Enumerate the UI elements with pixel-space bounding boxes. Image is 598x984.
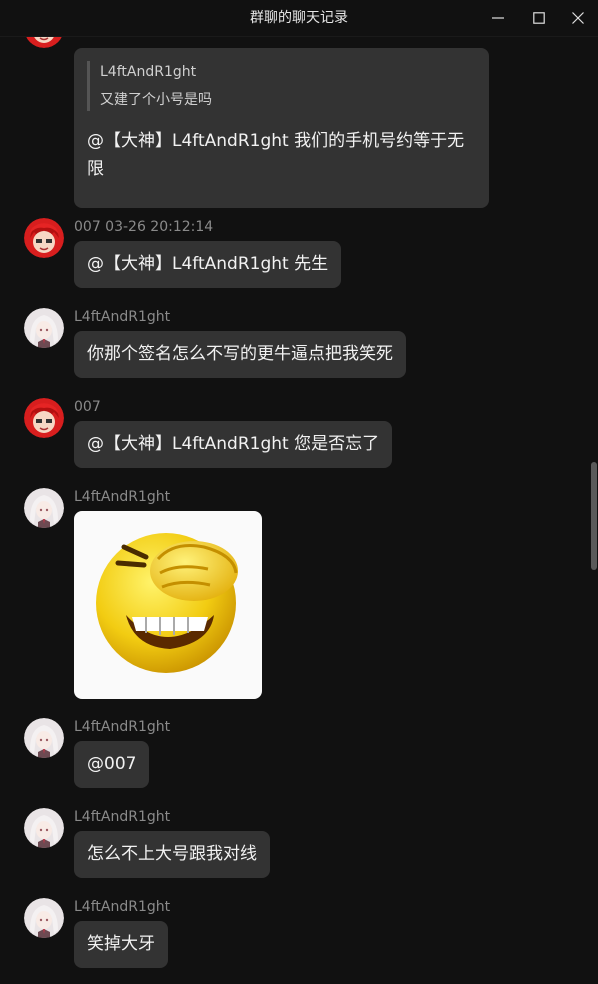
list-item: 007 @【大神】L4ftAndR1ght 您是否忘了	[0, 398, 590, 470]
laughing-emoji-icon	[96, 533, 238, 673]
message-list[interactable]: L4ftAndR1ght 又建了个小号是吗 @【大神】L4ftAndR1ght …	[0, 36, 598, 984]
message-meta: L4ftAndR1ght	[74, 899, 171, 915]
close-icon	[572, 12, 584, 24]
message-meta: L4ftAndR1ght	[74, 719, 171, 735]
avatar[interactable]	[24, 808, 64, 848]
white-hair-avatar-icon	[24, 808, 64, 848]
white-hair-avatar-icon	[24, 898, 64, 938]
minimize-button[interactable]	[478, 0, 518, 36]
message-bubble[interactable]: 怎么不上大号跟我对线	[74, 831, 270, 878]
list-item: L4ftAndR1ght 又建了个小号是吗 @【大神】L4ftAndR1ght …	[0, 36, 590, 208]
message-bubble[interactable]: L4ftAndR1ght 又建了个小号是吗 @【大神】L4ftAndR1ght …	[74, 48, 489, 208]
white-hair-avatar-icon	[24, 718, 64, 758]
message-text: @【大神】L4ftAndR1ght 我们的手机号约等于无限	[87, 131, 465, 179]
maximize-button[interactable]	[519, 0, 559, 36]
red-hair-avatar-icon	[25, 36, 63, 48]
avatar[interactable]	[24, 718, 64, 758]
message-bubble[interactable]: 笑掉大牙	[74, 921, 168, 968]
message-bubble[interactable]: @007	[74, 741, 150, 788]
list-item: 007 03-26 20:12:14 @【大神】L4ftAndR1ght 先生	[0, 218, 590, 290]
image-message[interactable]	[74, 511, 262, 699]
list-item: L4ftAndR1ght 怎么不上大号跟我对线	[0, 808, 590, 880]
avatar[interactable]	[24, 308, 64, 348]
white-hair-avatar-icon	[24, 488, 64, 528]
quoted-message[interactable]: L4ftAndR1ght 又建了个小号是吗	[87, 61, 476, 111]
message-text: 笑掉大牙	[87, 934, 155, 954]
maximize-icon	[533, 12, 545, 24]
message-meta: L4ftAndR1ght	[74, 489, 171, 505]
quoted-sender: L4ftAndR1ght	[100, 64, 197, 80]
avatar[interactable]	[24, 398, 64, 438]
minimize-icon	[492, 12, 504, 24]
message-meta: L4ftAndR1ght	[74, 309, 171, 325]
list-item: L4ftAndR1ght 你那个签名怎么不写的更牛逼点把我笑死	[0, 308, 590, 380]
message-meta: 007 03-26 20:12:14	[74, 219, 214, 235]
message-meta: 007	[74, 399, 101, 415]
message-meta: L4ftAndR1ght	[74, 809, 171, 825]
avatar[interactable]	[24, 898, 64, 938]
list-item: L4ftAndR1ght 笑掉大牙	[0, 898, 590, 970]
red-hair-avatar-icon	[24, 218, 64, 258]
close-button[interactable]	[558, 0, 598, 36]
message-bubble[interactable]: @【大神】L4ftAndR1ght 您是否忘了	[74, 421, 393, 468]
avatar[interactable]	[24, 218, 64, 258]
list-item: L4ftAndR1ght @007	[0, 718, 590, 790]
avatar[interactable]	[24, 488, 64, 528]
chat-history-window: 群聊的聊天记录 L4ftAndR1ght 又建了个小号是吗 @【大神】L4ftA…	[0, 0, 598, 984]
message-text: 你那个签名怎么不写的更牛逼点把我笑死	[87, 344, 393, 364]
message-text: 怎么不上大号跟我对线	[87, 844, 257, 864]
quoted-text: 又建了个小号是吗	[100, 92, 212, 108]
message-text: @【大神】L4ftAndR1ght 您是否忘了	[87, 434, 380, 454]
scrollbar-thumb[interactable]	[591, 462, 597, 570]
title-bar[interactable]: 群聊的聊天记录	[0, 0, 598, 37]
message-bubble[interactable]: 你那个签名怎么不写的更牛逼点把我笑死	[74, 331, 406, 378]
red-hair-avatar-icon	[24, 398, 64, 438]
message-text: @007	[87, 754, 137, 774]
white-hair-avatar-icon	[24, 308, 64, 348]
message-bubble[interactable]: @【大神】L4ftAndR1ght 先生	[74, 241, 342, 288]
message-text: @【大神】L4ftAndR1ght 先生	[87, 254, 329, 274]
list-item: L4ftAndR1ght	[0, 488, 590, 700]
avatar[interactable]	[24, 36, 64, 48]
